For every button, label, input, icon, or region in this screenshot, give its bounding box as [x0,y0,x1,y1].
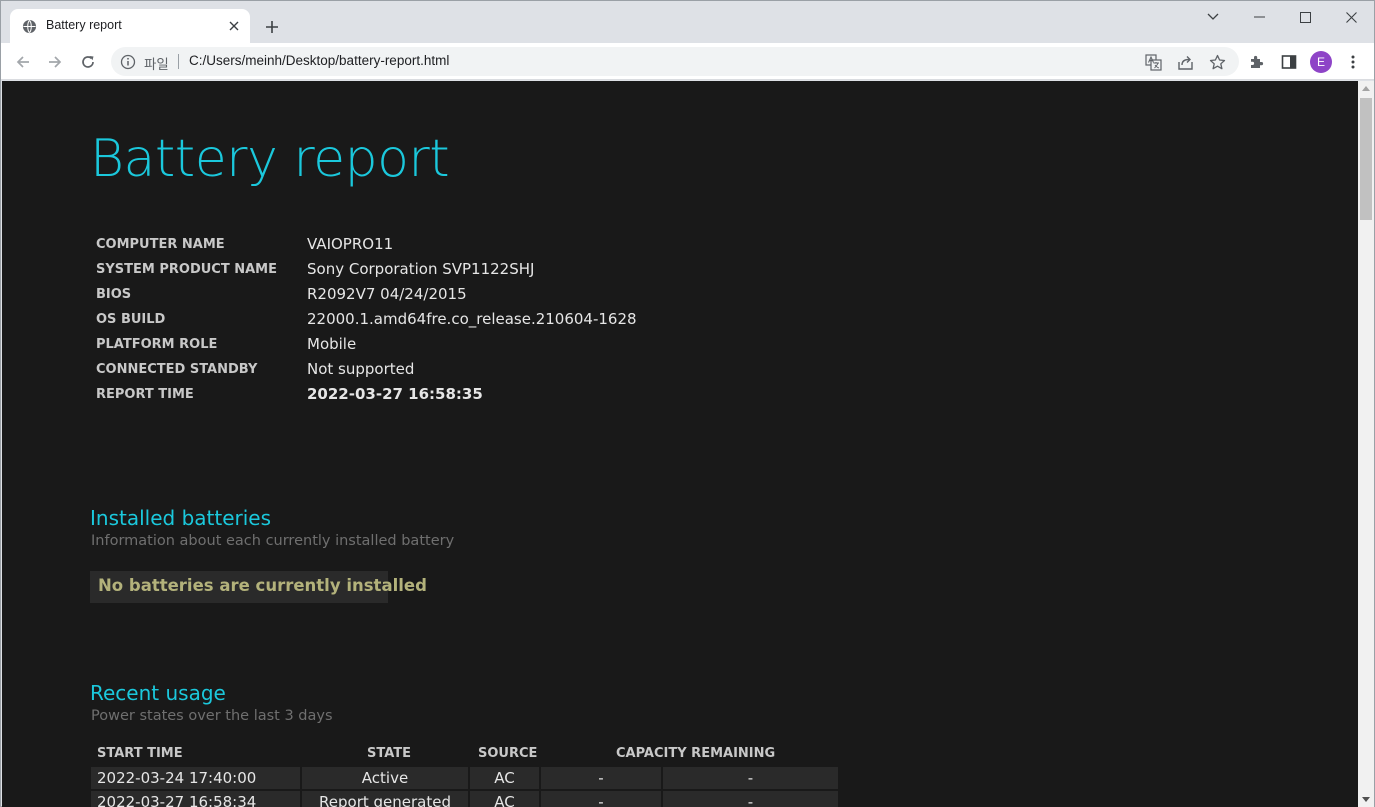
bookmark-star-icon[interactable] [1208,53,1226,71]
table-row-cell: 2022-03-27 16:58:34 [91,791,300,807]
reload-icon[interactable] [74,48,102,76]
tab-close-icon[interactable] [224,16,244,36]
more-menu-icon[interactable] [1342,51,1364,73]
installed-batteries-subheading: Information about each currently install… [91,533,455,549]
tab-battery-report[interactable]: Battery report [10,9,250,43]
translate-icon[interactable] [1144,53,1162,71]
notice-text: No batteries are currently installed [98,576,427,595]
recent-usage-subheading: Power states over the last 3 days [91,708,333,724]
page-title: Battery report [90,129,450,189]
column-header: START TIME [97,746,183,761]
new-tab-button[interactable] [260,15,284,39]
capacity-percent: - [598,769,604,787]
info-value: Mobile [307,335,357,353]
capacity-percent: - [598,793,604,807]
no-batteries-notice: No batteries are currently installed [90,571,427,603]
table-row-cell: - [541,791,661,807]
browser-window: Battery report 파일 C:/Users/meinh/Desktop… [0,0,1375,807]
extensions-puzzle-icon[interactable] [1246,51,1268,73]
installed-batteries-heading: Installed batteries [90,506,272,530]
address-bar[interactable]: 파일 C:/Users/meinh/Desktop/battery-report… [111,47,1239,76]
info-value: Not supported [307,360,415,378]
table-row-cell: - [541,767,661,789]
start-time: 2022-03-24 17:40:00 [97,769,257,787]
table-row-cell: - [663,767,838,789]
table-row-cell: - [663,791,838,807]
table-row-cell: Report generated [302,791,468,807]
forward-arrow-icon[interactable] [41,48,69,76]
source: AC [494,769,515,787]
url-text[interactable]: C:/Users/meinh/Desktop/battery-report.ht… [189,53,449,68]
capacity-mwh: - [747,793,754,807]
column-header: STATE [367,746,412,761]
info-label: CONNECTED STANDBY [96,362,258,377]
page-content: Battery report COMPUTER NAME VAIOPRO11 S… [2,81,1358,807]
minimize-icon[interactable] [1236,1,1282,33]
scroll-down-arrow-icon[interactable] [1362,797,1370,802]
close-window-icon[interactable] [1328,1,1374,33]
table-row-cell: AC [470,767,539,789]
column-header: CAPACITY REMAINING [616,746,776,761]
column-header: SOURCE [478,746,538,761]
share-icon[interactable] [1176,53,1194,71]
tab-title: Battery report [46,18,122,32]
tab-strip: Battery report [1,1,1374,43]
site-info-icon[interactable] [120,54,136,70]
maximize-icon[interactable] [1282,1,1328,33]
scroll-up-arrow-icon[interactable] [1362,86,1370,91]
source: AC [494,793,515,807]
tab-search-chevron-icon[interactable] [1190,1,1236,33]
info-value: 2022-03-27 16:58:35 [307,385,483,403]
capacity-mwh: - [747,769,754,787]
back-arrow-icon[interactable] [9,48,37,76]
state: Report generated [319,793,451,807]
info-label: BIOS [96,287,132,302]
recent-usage-heading: Recent usage [90,681,226,705]
url-scheme-label: 파일 [144,57,169,72]
info-label: COMPUTER NAME [96,237,225,252]
url-separator [178,54,179,69]
info-label: REPORT TIME [96,387,194,402]
info-value: 22000.1.amd64fre.co_release.210604-1628 [307,310,637,328]
table-row-cell: 2022-03-24 17:40:00 [91,767,300,789]
browser-toolbar: 파일 C:/Users/meinh/Desktop/battery-report… [1,43,1374,80]
scrollbar-thumb[interactable] [1360,98,1372,220]
info-value: R2092V7 04/24/2015 [307,285,467,303]
state: Active [361,769,409,787]
info-label: SYSTEM PRODUCT NAME [96,262,277,277]
side-panel-icon[interactable] [1278,51,1300,73]
start-time: 2022-03-27 16:58:34 [97,793,257,807]
info-label: PLATFORM ROLE [96,337,218,352]
globe-icon [22,19,37,34]
table-row-cell: Active [302,767,468,789]
profile-avatar[interactable]: E [1310,51,1332,73]
vertical-scrollbar[interactable] [1358,81,1374,807]
table-row-cell: AC [470,791,539,807]
info-value: VAIOPRO11 [307,235,394,253]
info-value: Sony Corporation SVP1122SHJ [307,260,535,278]
info-label: OS BUILD [96,312,166,327]
